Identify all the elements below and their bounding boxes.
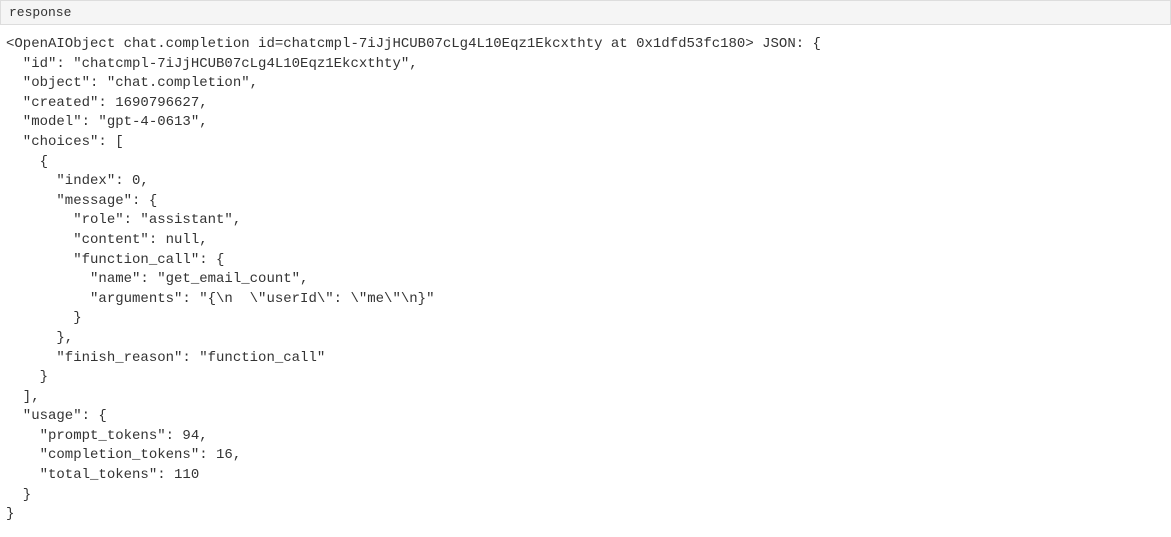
code-line: "function_call": { bbox=[6, 252, 224, 268]
code-output: <OpenAIObject chat.completion id=chatcmp… bbox=[0, 25, 1171, 535]
code-line: "object": "chat.completion", bbox=[6, 75, 258, 91]
code-line: "choices": [ bbox=[6, 134, 124, 150]
code-line: "name": "get_email_count", bbox=[6, 271, 308, 287]
code-line: }, bbox=[6, 330, 73, 346]
code-line: "total_tokens": 110 bbox=[6, 467, 199, 483]
code-line: <OpenAIObject chat.completion id=chatcmp… bbox=[6, 36, 821, 52]
code-line: { bbox=[6, 154, 48, 170]
code-line: } bbox=[6, 506, 14, 522]
code-line: "id": "chatcmpl-7iJjHCUB07cLg4L10Eqz1Ekc… bbox=[6, 56, 418, 72]
code-line: "prompt_tokens": 94, bbox=[6, 428, 208, 444]
code-line: "finish_reason": "function_call" bbox=[6, 350, 325, 366]
code-line: "index": 0, bbox=[6, 173, 149, 189]
code-line: ], bbox=[6, 389, 40, 405]
code-line: "usage": { bbox=[6, 408, 107, 424]
code-line: "model": "gpt-4-0613", bbox=[6, 114, 208, 130]
response-label: response bbox=[9, 5, 71, 20]
code-line: } bbox=[6, 310, 82, 326]
code-line: "created": 1690796627, bbox=[6, 95, 208, 111]
code-line: } bbox=[6, 487, 31, 503]
code-line: "message": { bbox=[6, 193, 157, 209]
code-line: } bbox=[6, 369, 48, 385]
code-line: "content": null, bbox=[6, 232, 208, 248]
code-line: "role": "assistant", bbox=[6, 212, 241, 228]
response-header: response bbox=[0, 0, 1171, 25]
code-line: "arguments": "{\n \"userId\": \"me\"\n}" bbox=[6, 291, 434, 307]
code-line: "completion_tokens": 16, bbox=[6, 447, 241, 463]
